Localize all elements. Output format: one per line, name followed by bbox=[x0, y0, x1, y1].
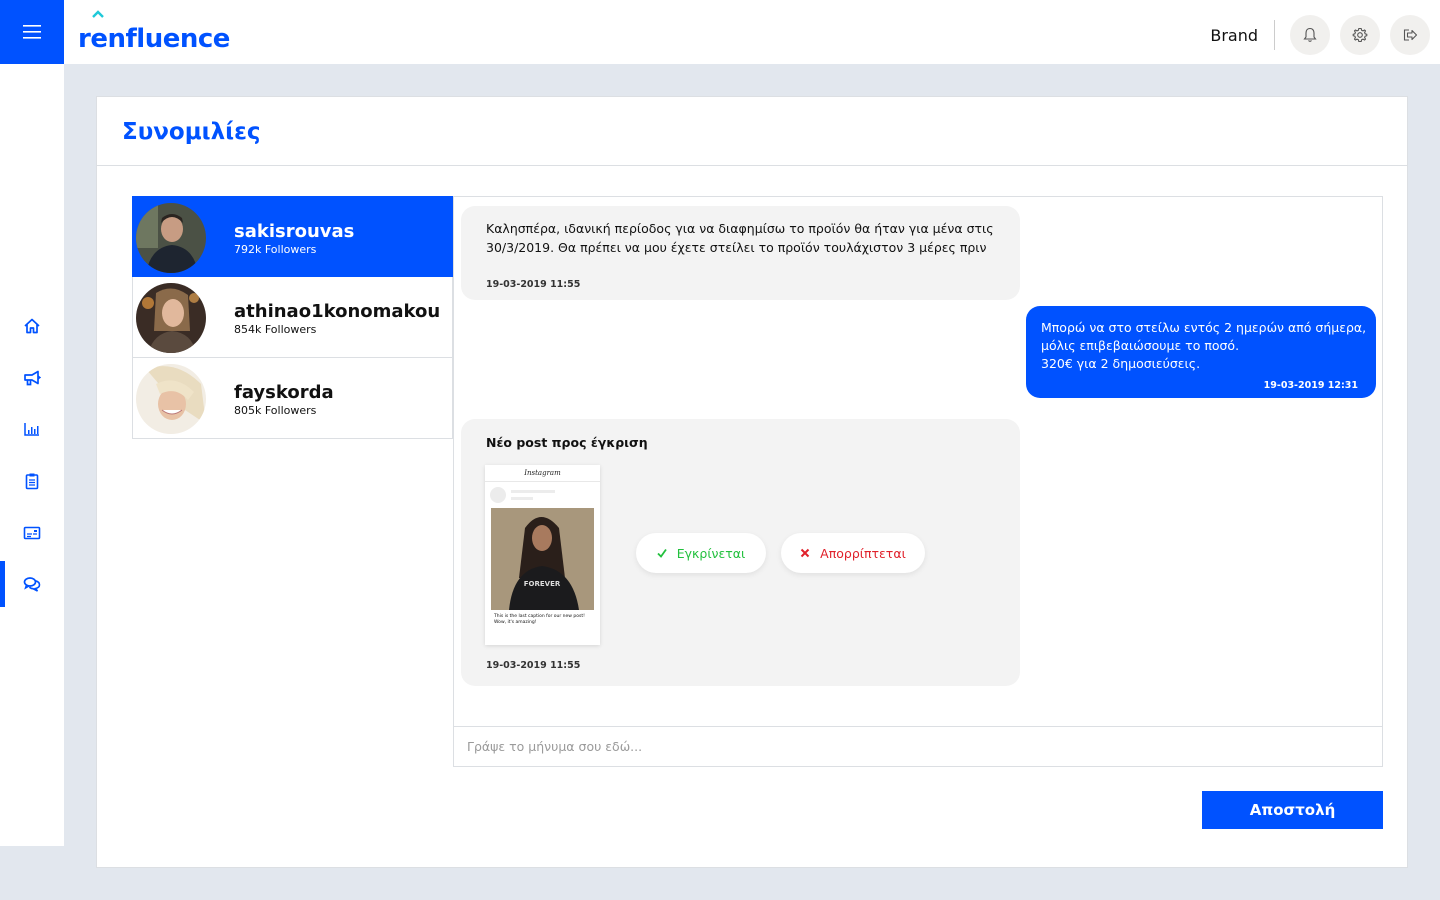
settings-button[interactable] bbox=[1340, 15, 1380, 55]
bar-chart-icon bbox=[24, 423, 39, 436]
sidebar-item-payments[interactable] bbox=[0, 510, 64, 556]
post-photo: FOREVER bbox=[491, 508, 594, 610]
reject-label: Απορρίπτεται bbox=[820, 545, 906, 561]
logout-icon bbox=[1403, 29, 1418, 41]
conversation-username: sakisrouvas bbox=[234, 221, 355, 242]
message-timestamp: 19-03-2019 11:55 bbox=[486, 660, 581, 671]
message-text: Μπορώ να στο στείλω εντός 2 ημερών από σ… bbox=[1041, 319, 1371, 373]
conversation-list: sakisrouvas 792k Followers athinao1konom… bbox=[132, 196, 453, 439]
home-icon bbox=[24, 318, 40, 334]
sidebar-item-statistics[interactable] bbox=[0, 406, 64, 452]
composer bbox=[454, 726, 1382, 766]
message-timestamp: 19-03-2019 12:31 bbox=[1263, 380, 1358, 391]
conversation-username: athinao1konomakou bbox=[234, 301, 441, 322]
send-button[interactable]: Αποστολή bbox=[1202, 791, 1383, 829]
check-icon bbox=[657, 548, 667, 558]
message-input[interactable] bbox=[454, 727, 1382, 766]
sidebar-item-reports[interactable] bbox=[0, 458, 64, 504]
post-caption: This is the last caption for our new pos… bbox=[494, 614, 585, 625]
conversation-followers: 805k Followers bbox=[234, 404, 317, 417]
hamburger-icon bbox=[23, 25, 41, 39]
post-author-placeholder bbox=[511, 490, 555, 493]
page-title: Συνομιλίες bbox=[122, 119, 261, 145]
instagram-logo: Instagram bbox=[485, 465, 600, 482]
incoming-message: Καλησπέρα, ιδανική περίοδος για να διαφη… bbox=[461, 206, 1020, 300]
menu-button[interactable] bbox=[0, 0, 64, 64]
user-role-label: Brand bbox=[1210, 26, 1258, 45]
chat-panel: Καλησπέρα, ιδανική περίοδος για να διαφη… bbox=[453, 196, 1383, 767]
conversations-card: Συνομιλίες sakisrouvas 792k Followers at… bbox=[96, 96, 1408, 868]
outgoing-message: Μπορώ να στο στείλω εντός 2 ημερών από σ… bbox=[1026, 306, 1376, 398]
avatar bbox=[136, 203, 206, 273]
avatar bbox=[136, 283, 206, 353]
instagram-post-preview[interactable]: Instagram FOREVER This is the last capti… bbox=[485, 465, 600, 645]
message-timestamp: 19-03-2019 11:55 bbox=[486, 279, 581, 290]
conversation-followers: 792k Followers bbox=[234, 243, 317, 256]
logout-button[interactable] bbox=[1390, 15, 1430, 55]
sidebar-item-conversations[interactable] bbox=[0, 561, 64, 607]
clipboard-icon bbox=[25, 473, 39, 490]
message-text: Καλησπέρα, ιδανική περίοδος για να διαφη… bbox=[486, 221, 994, 255]
chat-bubbles-icon bbox=[23, 577, 41, 592]
notifications-button[interactable] bbox=[1290, 15, 1330, 55]
post-location-placeholder bbox=[511, 497, 533, 500]
avatar bbox=[136, 364, 206, 434]
close-icon bbox=[800, 548, 810, 558]
reject-post-button[interactable]: Απορρίπτεται bbox=[781, 533, 925, 573]
post-author-avatar bbox=[490, 487, 506, 503]
bell-icon bbox=[1303, 27, 1317, 42]
topbar-divider bbox=[1274, 20, 1275, 50]
approve-post-button[interactable]: Εγκρίνεται bbox=[636, 533, 766, 573]
sidebar-item-home[interactable] bbox=[0, 303, 64, 349]
logo-caret-icon bbox=[92, 10, 104, 18]
top-bar: renfluence Brand bbox=[0, 0, 1440, 64]
approve-label: Εγκρίνεται bbox=[676, 545, 746, 561]
card-icon bbox=[23, 526, 41, 540]
gear-icon bbox=[1352, 27, 1368, 43]
post-approval-title: Νέο post προς έγκριση bbox=[486, 435, 648, 450]
sidebar bbox=[0, 64, 64, 846]
conversation-username: fayskorda bbox=[234, 382, 334, 403]
post-approval-message: Νέο post προς έγκριση Instagram FOREVER … bbox=[461, 419, 1020, 686]
svg-text:FOREVER: FOREVER bbox=[524, 580, 561, 588]
conversation-item[interactable]: fayskorda 805k Followers bbox=[132, 358, 453, 439]
logo[interactable]: renfluence bbox=[78, 10, 230, 54]
message-line: Μπορώ να στο στείλω εντός 2 ημερών από σ… bbox=[1041, 320, 1367, 353]
conversation-item[interactable]: sakisrouvas 792k Followers bbox=[132, 196, 453, 277]
card-header: Συνομιλίες bbox=[97, 97, 1407, 166]
conversation-item[interactable]: athinao1konomakou 854k Followers bbox=[132, 277, 453, 358]
message-line: 320€ για 2 δημοσιεύσεις. bbox=[1041, 356, 1201, 371]
megaphone-icon bbox=[24, 370, 41, 386]
logo-text: renfluence bbox=[78, 24, 230, 54]
message-thread: Καλησπέρα, ιδανική περίοδος για να διαφη… bbox=[454, 197, 1382, 727]
conversation-followers: 854k Followers bbox=[234, 323, 317, 336]
sidebar-item-campaigns[interactable] bbox=[0, 355, 64, 401]
